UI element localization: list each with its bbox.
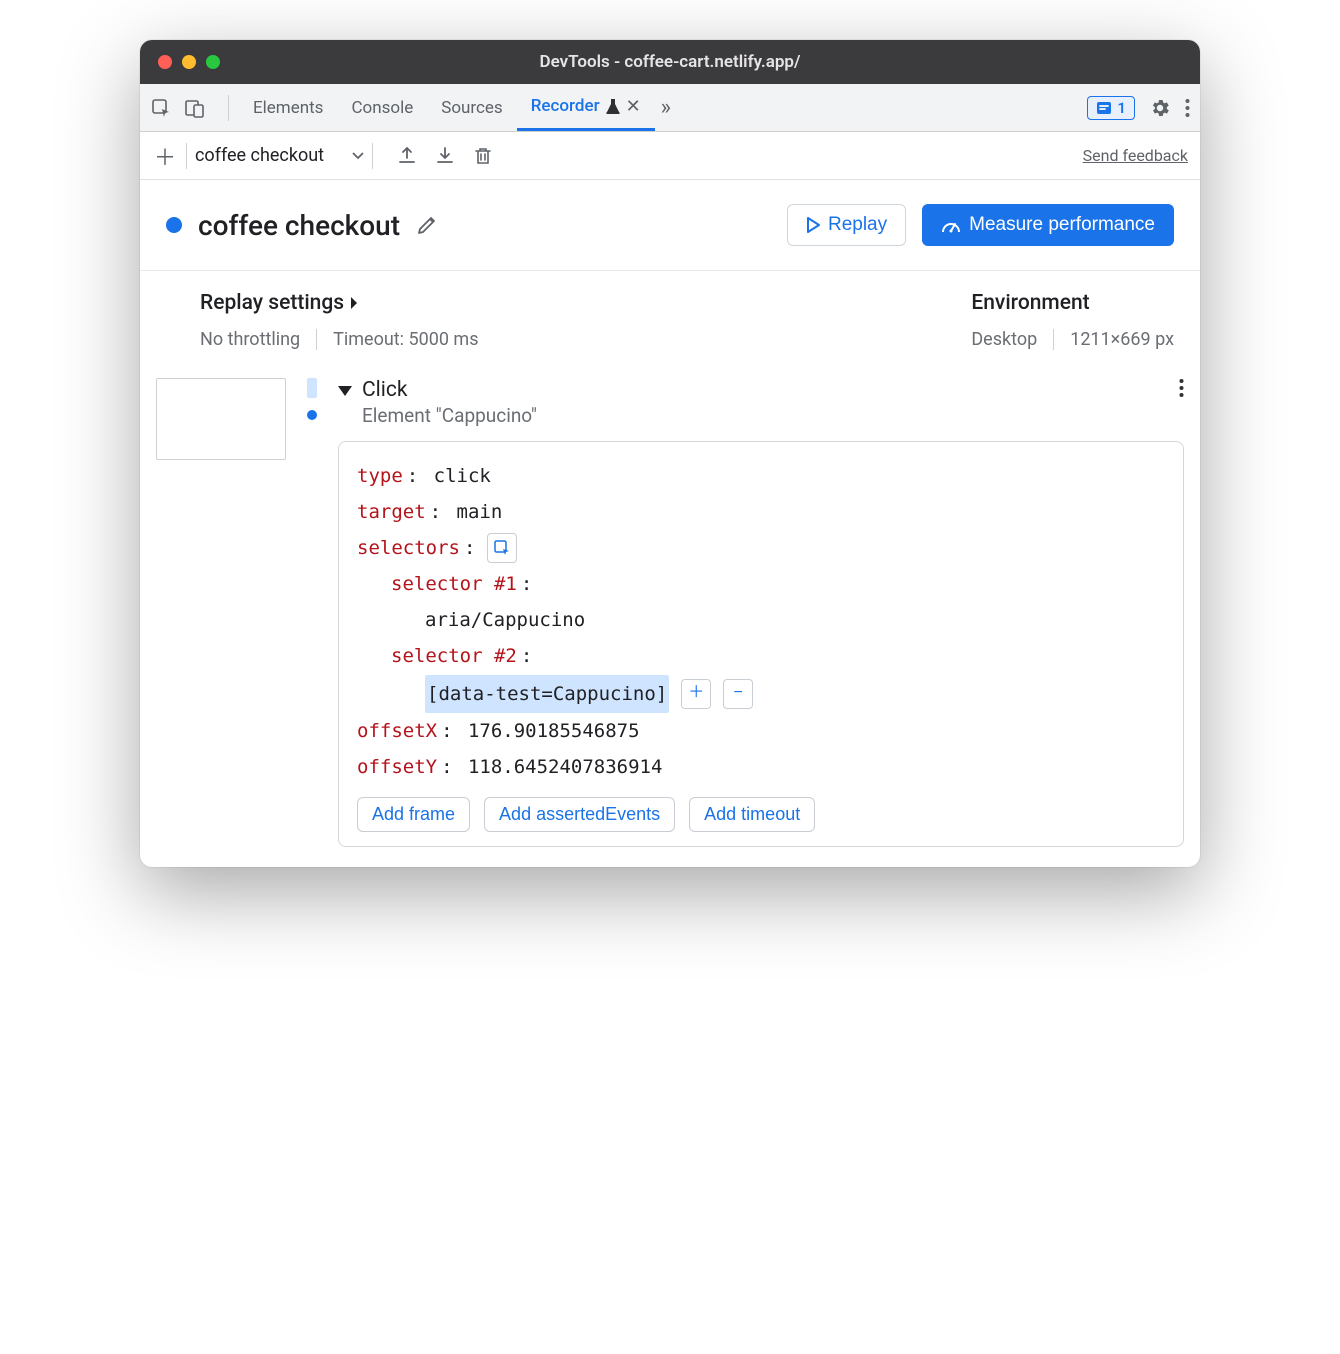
minimize-window-button[interactable] bbox=[182, 55, 196, 69]
issues-badge[interactable]: 1 bbox=[1087, 96, 1135, 120]
more-tabs-icon[interactable]: » bbox=[655, 95, 677, 120]
add-selector-button[interactable]: ＋ bbox=[681, 679, 711, 709]
step-more-icon[interactable] bbox=[1179, 378, 1184, 398]
play-icon bbox=[806, 217, 820, 233]
devtools-window: DevTools - coffee-cart.netlify.app/ Elem… bbox=[140, 40, 1200, 867]
close-tab-icon[interactable]: ✕ bbox=[626, 96, 641, 117]
timeout-value: Timeout: 5000 ms bbox=[333, 329, 478, 350]
step-header[interactable]: Click Element "Cappucino" bbox=[338, 378, 1184, 427]
prop-key-sel1: selector #1 bbox=[391, 566, 517, 602]
chevron-right-icon bbox=[350, 296, 359, 310]
step-thumbnail[interactable] bbox=[156, 378, 286, 460]
add-frame-button[interactable]: Add frame bbox=[357, 797, 470, 832]
timeline-dot-icon bbox=[307, 410, 317, 420]
expand-icon bbox=[338, 386, 352, 396]
tab-elements[interactable]: Elements bbox=[239, 84, 337, 131]
tab-recorder[interactable]: Recorder ✕ bbox=[517, 84, 655, 131]
pick-selector-button[interactable] bbox=[487, 533, 517, 563]
separator bbox=[186, 143, 187, 169]
tab-sources[interactable]: Sources bbox=[427, 84, 516, 131]
flask-icon bbox=[606, 98, 620, 114]
import-icon[interactable] bbox=[433, 144, 457, 168]
timeline-segment bbox=[307, 378, 317, 398]
recording-header: coffee checkout Replay Measure performan… bbox=[140, 180, 1200, 271]
prop-key-offsety: offsetY bbox=[357, 749, 437, 785]
maximize-window-button[interactable] bbox=[206, 55, 220, 69]
prop-val-sel2[interactable]: [data-test=Cappucino] bbox=[425, 675, 669, 713]
traffic-lights bbox=[158, 55, 220, 69]
throttling-value: No throttling bbox=[200, 329, 300, 350]
panel-tabs-bar: Elements Console Sources Recorder ✕ » 1 bbox=[140, 84, 1200, 132]
replay-button[interactable]: Replay bbox=[787, 204, 906, 246]
separator bbox=[372, 143, 373, 169]
issue-icon bbox=[1096, 100, 1112, 116]
prop-val-sel1[interactable]: aria/Cappucino bbox=[425, 602, 585, 638]
settings-icon[interactable] bbox=[1149, 97, 1171, 119]
send-feedback-link[interactable]: Send feedback bbox=[1083, 146, 1188, 165]
delete-icon[interactable] bbox=[471, 144, 495, 168]
separator bbox=[228, 95, 229, 121]
recording-select[interactable]: coffee checkout bbox=[195, 145, 364, 166]
settings-section: Replay settings No throttling Timeout: 5… bbox=[140, 271, 1200, 370]
gauge-icon bbox=[941, 216, 961, 234]
device-toolbar-icon[interactable] bbox=[184, 97, 206, 119]
recorder-toolbar: ＋ coffee checkout Send feedback bbox=[140, 132, 1200, 180]
timeline bbox=[302, 378, 322, 847]
viewport-value: 1211×669 px bbox=[1070, 329, 1174, 350]
prop-val-target[interactable]: main bbox=[457, 494, 503, 530]
remove-selector-button[interactable]: − bbox=[723, 679, 753, 709]
add-timeout-button[interactable]: Add timeout bbox=[689, 797, 815, 832]
rename-icon[interactable] bbox=[416, 214, 438, 236]
prop-key-offsetx: offsetX bbox=[357, 713, 437, 749]
chevron-down-icon bbox=[352, 152, 364, 160]
prop-val-offsety[interactable]: 118.6452407836914 bbox=[468, 749, 662, 785]
device-value: Desktop bbox=[971, 329, 1037, 350]
window-title: DevTools - coffee-cart.netlify.app/ bbox=[540, 52, 801, 72]
export-icon[interactable] bbox=[395, 144, 419, 168]
step-details-box: type: click target: main selectors: sele… bbox=[338, 441, 1184, 847]
step-subtitle: Element "Cappucino" bbox=[362, 404, 537, 427]
tab-console[interactable]: Console bbox=[337, 84, 427, 131]
recording-status-icon bbox=[166, 217, 182, 233]
prop-key-sel2: selector #2 bbox=[391, 638, 517, 674]
prop-val-offsetx[interactable]: 176.90185546875 bbox=[468, 713, 640, 749]
measure-performance-button[interactable]: Measure performance bbox=[922, 204, 1174, 246]
close-window-button[interactable] bbox=[158, 55, 172, 69]
titlebar: DevTools - coffee-cart.netlify.app/ bbox=[140, 40, 1200, 84]
prop-key-target: target bbox=[357, 494, 426, 530]
add-asserted-events-button[interactable]: Add assertedEvents bbox=[484, 797, 675, 832]
step-content: Click Element "Cappucino" type: click ta… bbox=[338, 378, 1184, 847]
recording-name: coffee checkout bbox=[198, 209, 400, 242]
separator bbox=[316, 329, 317, 350]
separator bbox=[1053, 329, 1054, 350]
prop-key-type: type bbox=[357, 458, 403, 494]
new-recording-button[interactable]: ＋ bbox=[152, 143, 178, 169]
environment-title: Environment bbox=[971, 291, 1174, 315]
prop-key-selectors: selectors bbox=[357, 530, 460, 566]
inspect-element-icon[interactable] bbox=[150, 97, 172, 119]
steps-area: Click Element "Cappucino" type: click ta… bbox=[140, 370, 1200, 867]
more-menu-icon[interactable] bbox=[1185, 98, 1190, 118]
replay-settings-toggle[interactable]: Replay settings bbox=[200, 291, 971, 315]
step-title: Click bbox=[362, 378, 537, 402]
prop-val-type[interactable]: click bbox=[434, 458, 491, 494]
